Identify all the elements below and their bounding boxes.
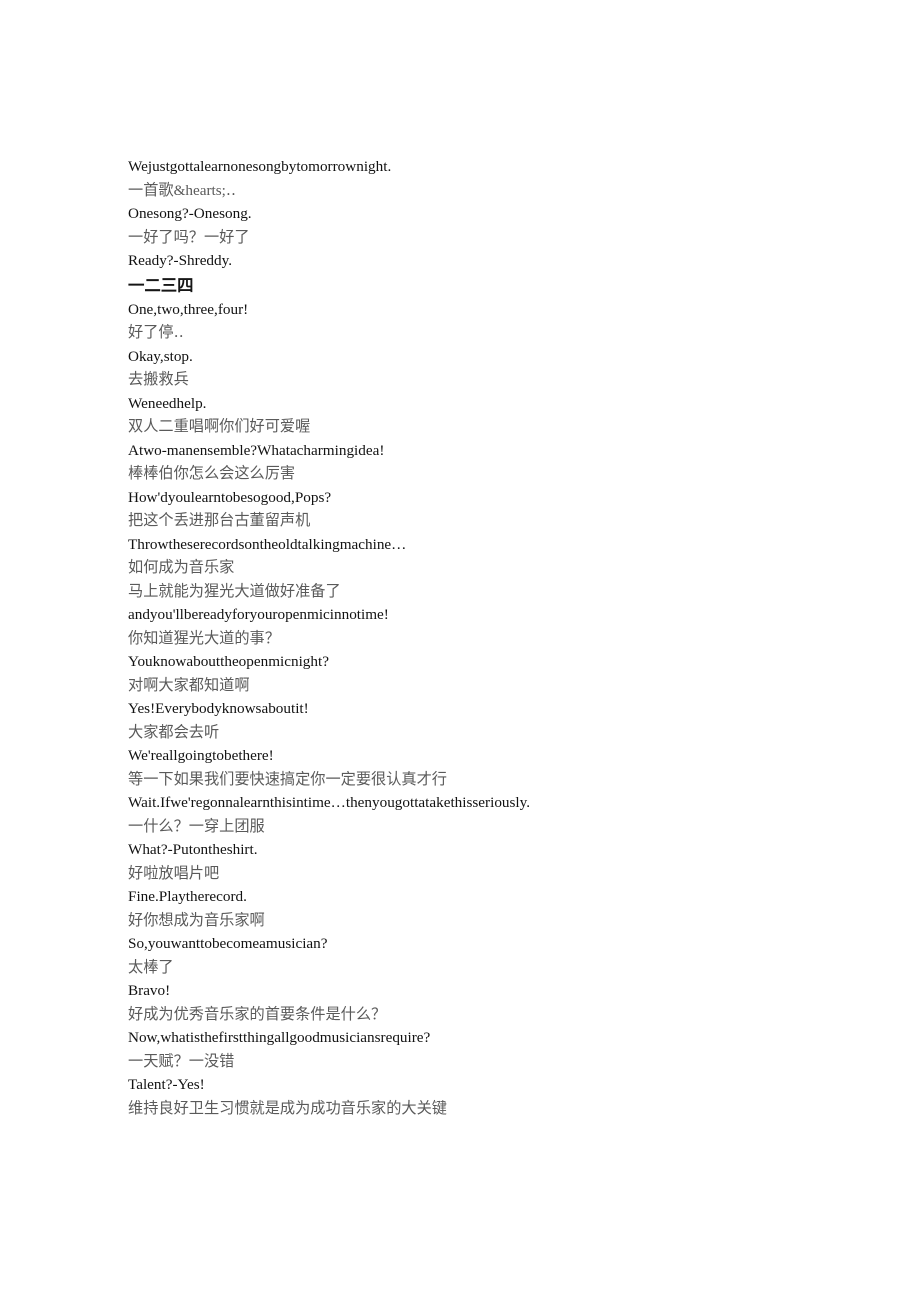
subtitle-line-latin: What?-Putontheshirt. <box>128 841 258 858</box>
subtitle-line-chinese: 好啦放唱片吧 <box>128 864 220 882</box>
subtitle-line-chinese: 棒棒伯你怎么会这么厉害 <box>128 465 296 482</box>
subtitle-line-chinese: 去搬救兵 <box>128 371 189 388</box>
subtitle-line-chinese: 好你想成为音乐家啊 <box>128 911 265 929</box>
subtitle-line-latin: Weneedhelp. <box>128 394 207 412</box>
subtitle-line-chinese: 好了停‥ <box>128 324 184 341</box>
subtitle-line-latin: Youknowabouttheopenmicnight? <box>128 653 329 670</box>
subtitle-line-chinese: 一天赋？一没错 <box>128 1052 235 1070</box>
subtitle-line-latin: Yes!Everybodyknowsaboutit! <box>128 700 309 717</box>
subtitle-line-latin: Talent?-Yes! <box>128 1076 205 1093</box>
subtitle-line-latin: So,youwanttobecomeamusician? <box>128 935 328 952</box>
subtitle-transcript: Wejustgottalearnonesongbytomorrownight. 一… <box>128 155 848 1120</box>
subtitle-line-latin: How'dyoulearntobesogood,Pops? <box>128 488 332 506</box>
subtitle-line-chinese: 如何成为音乐家 <box>128 559 235 576</box>
subtitle-line-latin: We'reallgoingtobethere! <box>128 747 274 764</box>
subtitle-line-chinese: 太棒了 <box>128 958 174 976</box>
subtitle-line-chinese: 一二三四 <box>128 275 194 295</box>
subtitle-line-chinese: 一什么？一穿上团服 <box>128 817 265 835</box>
subtitle-line-chinese: 维持良好卫生习惯就是成为成功音乐家的大关键 <box>128 1099 447 1117</box>
subtitle-line-chinese: 双人二重唱啊你们好可爱喔 <box>128 418 311 435</box>
subtitle-line-chinese: 对啊大家都知道啊 <box>128 676 250 694</box>
subtitle-line-latin: Wait.Ifwe'regonnalearnthisintime…thenyou… <box>128 794 531 811</box>
subtitle-line-chinese: 一好了吗？一好了 <box>128 228 250 246</box>
subtitle-line-chinese: 好成为优秀音乐家的首要条件是什么？ <box>128 1005 387 1023</box>
subtitle-line-latin: Bravo! <box>128 982 171 999</box>
subtitle-line-chinese: 把这个丢进那台古董留声机 <box>128 512 311 529</box>
subtitle-line-latin: andyou'llbereadyforyouropenmicinnotime! <box>128 606 389 623</box>
subtitle-line-latin: Throwtheserecordsontheoldtalkingmachine… <box>128 535 407 553</box>
subtitle-line-chinese: 等一下如果我们要快速搞定你一定要很认真才行 <box>128 770 447 788</box>
subtitle-line-latin: Atwo-manensemble?Whatacharmingidea! <box>128 441 385 459</box>
subtitle-line-chinese: 一首歌&hearts;‥ <box>128 181 236 199</box>
subtitle-line-latin: Now,whatisthefirstthingallgoodmusiciansr… <box>128 1029 431 1046</box>
subtitle-line-chinese: 你知道猩光大道的事？ <box>128 629 280 647</box>
subtitle-line-latin: Onesong?-Onesong. <box>128 205 252 222</box>
subtitle-line-latin: One,two,three,four! <box>128 300 249 318</box>
subtitle-line-latin: Okay,stop. <box>128 347 193 365</box>
subtitle-line-chinese: 大家都会去听 <box>128 723 220 741</box>
subtitle-line-chinese: 马上就能为猩光大道做好准备了 <box>128 582 341 600</box>
subtitle-line-latin: Ready?-Shreddy. <box>128 252 233 269</box>
subtitle-line-latin: Wejustgottalearnonesongbytomorrownight. <box>128 158 392 175</box>
document-page: Wejustgottalearnonesongbytomorrownight. 一… <box>0 0 920 1301</box>
subtitle-line-latin: Fine.Playtherecord. <box>128 888 247 905</box>
